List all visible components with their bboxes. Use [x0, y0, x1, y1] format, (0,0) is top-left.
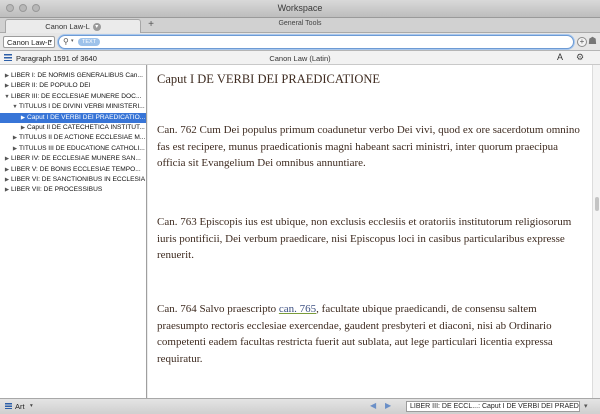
disclosure-closed-icon[interactable]: ▶ [11, 133, 19, 143]
resource-select[interactable]: Canon Law-L ▾ [3, 36, 55, 48]
tree-item-label: LIBER II: DE POPULO DEI [11, 82, 91, 90]
disclosure-closed-icon[interactable]: ▶ [3, 185, 11, 195]
font-size-icon[interactable]: A [557, 52, 563, 62]
search-toolbar: Canon Law-L ▾ ⚲ ▾ TEXT + ☗ [0, 33, 600, 51]
tree-item[interactable]: ▶ Caput I DE VERBI DEI PRAEDICATIO... [0, 112, 146, 123]
forward-arrow-icon[interactable]: ▶ [385, 401, 391, 410]
tree-item-label: TITULUS I DE DIVINI VERBI MINISTERI... [19, 103, 145, 111]
disclosure-closed-icon[interactable]: ▶ [3, 81, 11, 91]
window-titlebar: Workspace [0, 0, 600, 18]
add-search-button[interactable]: + [577, 37, 587, 47]
canon-764-text-start: Can. 764 Salvo praescripto [157, 303, 279, 315]
canon-765-link[interactable]: can. 765 [279, 303, 316, 315]
list-icon[interactable] [5, 403, 12, 409]
scrollbar-thumb[interactable] [595, 197, 599, 211]
tree-item[interactable]: ▶ LIBER VI: DE SANCTIONIBUS IN ECCLESIA [0, 175, 146, 185]
chevron-down-icon[interactable]: ▾ [30, 403, 33, 409]
tree-item[interactable]: ▼LIBER III: DE ECCLESIAE MUNERE DOC... [0, 92, 146, 102]
chevron-down-icon[interactable]: ▾ [584, 402, 588, 410]
search-token[interactable]: TEXT [78, 38, 101, 46]
resource-select-value: Canon Law-L [7, 38, 52, 47]
chevron-down-icon[interactable]: ▾ [71, 38, 74, 44]
tree-item[interactable]: ▶ TITULUS III DE EDUCATIONE CATHOLI... [0, 144, 146, 154]
info-bar: Paragraph 1591 of 3640 Canon Law (Latin)… [0, 51, 600, 65]
art-menu[interactable]: Art [15, 402, 25, 411]
breadcrumb[interactable]: LIBER III: DE ECCL...: Caput I DE VERBI … [406, 401, 580, 412]
disclosure-closed-icon[interactable]: ▶ [3, 154, 11, 164]
chevron-down-icon: ▾ [48, 39, 52, 45]
tree-item[interactable]: ▶ TITULUS II DE ACTIONE ECCLESIAE M... [0, 133, 146, 143]
reading-pane: Caput I DE VERBI DEI PRAEDICATIONE Can. … [148, 65, 592, 398]
tree-item-label: LIBER I: DE NORMIS GENERALIBUS Can... [11, 72, 143, 79]
chevron-down-icon[interactable]: ▾ [92, 22, 101, 31]
parallel-resources-icon[interactable]: ☗ [588, 36, 597, 47]
disclosure-closed-icon[interactable]: ▶ [11, 144, 19, 154]
tree-item-label: TITULUS III DE EDUCATIONE CATHOLI... [19, 144, 145, 152]
disclosure-closed-icon[interactable]: ▶ [19, 113, 27, 123]
tree-item[interactable]: ▼TITULUS I DE DIVINI VERBI MINISTERI... [0, 102, 146, 112]
disclosure-closed-icon[interactable]: ▶ [19, 123, 27, 133]
search-input[interactable]: ⚲ ▾ TEXT [58, 35, 574, 49]
tab-bar: General Tools Canon Law-L ▾ + [0, 18, 600, 33]
tree-item-label: LIBER VI: DE SANCTIONIBUS IN ECCLESIA [11, 176, 146, 183]
search-icon[interactable]: ⚲ [63, 37, 69, 46]
disclosure-closed-icon[interactable]: ▶ [3, 175, 11, 185]
page-title: Caput I DE VERBI DEI PRAEDICATIONE [157, 72, 381, 86]
tab-canon-law[interactable]: Canon Law-L ▾ [5, 19, 141, 33]
tree-item-label: LIBER VII: DE PROCESSIBUS [11, 186, 103, 194]
scrollbar[interactable] [592, 65, 600, 398]
tree-item[interactable]: ▶ LIBER I: DE NORMIS GENERALIBUS Can... [0, 71, 146, 81]
tree-item[interactable]: ▶ Caput II DE CATECHETICA INSTITUT... [0, 123, 146, 133]
tree-item-label: TITULUS II DE ACTIONE ECCLESIAE M... [19, 134, 146, 142]
tree-item-label: LIBER III: DE ECCLESIAE MUNERE DOC... [11, 92, 142, 100]
tree-item-label: LIBER V: DE BONIS ECCLESIAE TEMPO... [11, 165, 141, 173]
tree-item[interactable]: ▶ LIBER IV: DE ECCLESIAE MUNERE SAN... [0, 154, 146, 164]
tree-item[interactable]: ▶ LIBER V: DE BONIS ECCLESIAE TEMPO... [0, 165, 146, 175]
disclosure-open-icon[interactable]: ▼ [3, 92, 11, 102]
resource-title: Canon Law (Latin) [269, 54, 331, 63]
status-bar: Art ▾ ◀ ▶ LIBER III: DE ECCL...: Caput I… [0, 398, 600, 414]
gear-icon[interactable]: ⚙ [576, 52, 584, 63]
table-of-contents: ▶ LIBER I: DE NORMIS GENERALIBUS Can... ▶ L… [0, 65, 147, 398]
tree-item[interactable]: ▶ LIBER VII: DE PROCESSIBUS [0, 185, 146, 195]
window-title: Workspace [277, 3, 323, 13]
back-arrow-icon[interactable]: ◀ [370, 401, 376, 410]
canon-762: Can. 762 Cum Dei populus primum coadunet… [157, 124, 580, 169]
canon-764: Can. 764 Salvo praescripto can. 765, fac… [157, 301, 587, 367]
disclosure-closed-icon[interactable]: ▶ [3, 71, 11, 81]
tree-item-label: Caput I DE VERBI DEI PRAEDICATIO... [27, 113, 146, 121]
tree-item-label: LIBER IV: DE ECCLESIAE MUNERE SAN... [11, 155, 141, 163]
tree-item-label: Caput II DE CATECHETICA INSTITUT... [27, 124, 145, 131]
disclosure-open-icon[interactable]: ▼ [11, 102, 19, 112]
disclosure-closed-icon[interactable]: ▶ [3, 165, 11, 175]
canon-763: Can. 763 Episcopis ius est ubique, non e… [157, 216, 572, 261]
tree-item[interactable]: ▶ LIBER II: DE POPULO DEI [0, 81, 146, 91]
tab-label: Canon Law-L [45, 22, 90, 31]
add-tab-button[interactable]: + [145, 19, 157, 31]
